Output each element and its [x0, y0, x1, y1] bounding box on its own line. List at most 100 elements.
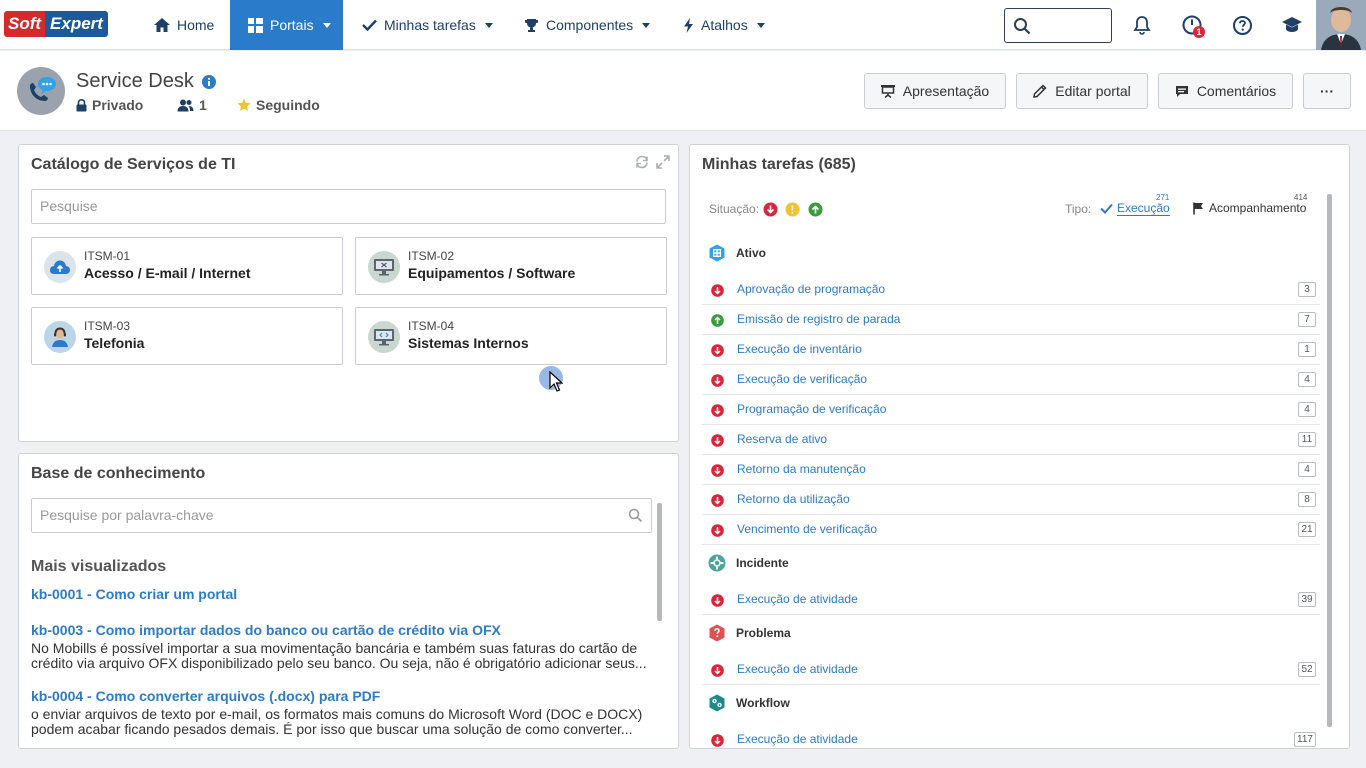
comments-button-label: Comentários — [1196, 83, 1277, 99]
task-group-incidente[interactable]: Incidente — [708, 552, 789, 574]
task-name[interactable]: Reserva de ativo — [737, 432, 827, 446]
task-row[interactable]: Retorno da manutenção 4 — [702, 455, 1320, 485]
kb-article-link[interactable]: kb-0004 - Como converter arquivos (.docx… — [31, 688, 380, 704]
execution-count: 271 — [1156, 193, 1170, 202]
knowledge-search-input[interactable]: Pesquise por palavra-chave — [31, 498, 652, 533]
task-count-badge: 4 — [1298, 372, 1316, 387]
task-row[interactable]: Emissão de registro de parada 7 — [702, 305, 1320, 335]
bolt-icon — [684, 17, 693, 33]
home-icon — [154, 18, 170, 32]
catalog-item-itsm-01[interactable]: ITSM-01 Acesso / E-mail / Internet — [31, 237, 343, 295]
status-late-icon — [711, 664, 724, 677]
star-icon — [237, 98, 251, 111]
status-late-filter-icon[interactable] — [763, 202, 778, 217]
task-name[interactable]: Retorno da manutenção — [737, 462, 866, 476]
following-status[interactable]: Seguindo — [237, 97, 320, 113]
task-name[interactable]: Execução de atividade — [737, 732, 858, 746]
edit-portal-button[interactable]: Editar portal — [1016, 73, 1148, 109]
task-row[interactable]: Execução de atividade 39 — [702, 585, 1320, 615]
check-icon — [362, 19, 377, 31]
task-group-ativo[interactable]: Ativo — [708, 242, 766, 264]
tasks-scrollbar[interactable] — [1327, 194, 1332, 727]
task-row[interactable]: Aprovação de programação 3 — [702, 275, 1320, 305]
task-name[interactable]: Vencimento de verificação — [737, 522, 877, 536]
user-avatar[interactable] — [1316, 0, 1366, 50]
task-row[interactable]: Execução de verificação 4 — [702, 365, 1320, 395]
catalog-item-itsm-02[interactable]: ITSM-02 Equipamentos / Software — [355, 237, 667, 295]
task-name[interactable]: Retorno da utilização — [737, 492, 850, 506]
nav-minhas-tarefas[interactable]: Minhas tarefas — [362, 0, 493, 50]
status-late-icon — [711, 524, 724, 537]
top-navbar: Soft Expert Home Portais Minhas tarefas … — [0, 0, 1366, 50]
incident-icon — [708, 554, 726, 572]
grid-icon — [248, 17, 263, 33]
logo-expert: Expert — [45, 11, 108, 37]
members-count[interactable]: 1 — [177, 97, 207, 113]
task-row[interactable]: Programação de verificação 4 — [702, 395, 1320, 425]
refresh-icon[interactable] — [635, 155, 649, 169]
code-monitor-icon — [368, 321, 400, 353]
task-group-problema[interactable]: Problema — [708, 622, 791, 644]
headset-agent-icon — [44, 321, 76, 353]
chevron-down-icon — [322, 22, 331, 28]
info-icon[interactable] — [201, 74, 216, 89]
graduation-cap-icon[interactable] — [1280, 13, 1304, 37]
nav-componentes[interactable]: Componentes — [524, 0, 651, 50]
global-search-input[interactable] — [1004, 8, 1112, 43]
nav-atalhos[interactable]: Atalhos — [683, 0, 765, 50]
kb-excerpt-line: o enviar arquivos de texto por e-mail, o… — [31, 707, 643, 722]
task-group-workflow[interactable]: Workflow — [708, 692, 790, 714]
monitor-icon — [368, 251, 400, 283]
nav-portais[interactable]: Portais — [230, 0, 343, 50]
status-ok-icon — [711, 314, 724, 327]
search-icon[interactable] — [628, 508, 643, 523]
notifications-bell-icon[interactable] — [1130, 13, 1154, 37]
status-late-icon — [711, 284, 724, 297]
kb-article-link[interactable]: kb-0003 - Como importar dados do banco o… — [31, 622, 501, 638]
problem-icon — [709, 624, 725, 642]
task-count-badge: 3 — [1298, 282, 1316, 297]
task-count-badge: 8 — [1298, 492, 1316, 507]
chevron-down-icon — [642, 22, 651, 28]
nav-home[interactable]: Home — [154, 0, 214, 50]
expand-icon[interactable] — [656, 155, 670, 169]
kb-article-excerpt: No Mobills é possível importar a sua mov… — [31, 641, 651, 671]
filter-execution[interactable]: Execução — [1100, 201, 1170, 216]
task-row[interactable]: Reserva de ativo 11 — [702, 425, 1320, 455]
more-options-button[interactable]: ··· — [1303, 73, 1351, 109]
task-name[interactable]: Emissão de registro de parada — [737, 312, 900, 326]
softexpert-logo[interactable]: Soft Expert — [4, 11, 108, 37]
status-late-icon — [711, 464, 724, 477]
task-row[interactable]: Execução de atividade 52 — [702, 655, 1320, 685]
presentation-button[interactable]: Apresentação — [864, 73, 1006, 109]
task-count-badge: 21 — [1298, 522, 1316, 537]
task-row[interactable]: Execução de inventário 1 — [702, 335, 1320, 365]
status-ok-filter-icon[interactable] — [808, 202, 823, 217]
task-group-label: Ativo — [736, 246, 766, 260]
task-name[interactable]: Programação de verificação — [737, 402, 886, 416]
comments-button[interactable]: Comentários — [1158, 73, 1293, 109]
task-name[interactable]: Execução de verificação — [737, 372, 867, 386]
task-count-badge: 4 — [1298, 402, 1316, 417]
presentation-button-label: Apresentação — [902, 83, 990, 99]
knowledge-scrollbar[interactable] — [657, 503, 662, 621]
filter-follow-up[interactable]: Acompanhamento — [1193, 201, 1306, 215]
status-warning-filter-icon[interactable] — [785, 202, 800, 217]
task-row[interactable]: Vencimento de verificação 21 — [702, 515, 1320, 545]
task-row[interactable]: Retorno da utilização 8 — [702, 485, 1320, 515]
task-name[interactable]: Execução de inventário — [737, 342, 862, 356]
catalog-item-itsm-04[interactable]: ITSM-04 Sistemas Internos — [355, 307, 667, 365]
task-row[interactable]: Execução de atividade 117 — [702, 725, 1320, 748]
catalog-item-itsm-03[interactable]: ITSM-03 Telefonia — [31, 307, 343, 365]
gauge-alert-icon[interactable]: 1 — [1180, 13, 1205, 38]
task-name[interactable]: Aprovação de programação — [737, 282, 885, 296]
catalog-search-input[interactable]: Pesquise — [31, 189, 666, 224]
kb-article-link[interactable]: kb-0001 - Como criar um portal — [31, 586, 237, 602]
knowledge-base-title: Base de conhecimento — [31, 465, 206, 482]
help-icon[interactable] — [1230, 13, 1254, 37]
building-icon — [709, 244, 725, 262]
task-name[interactable]: Execução de atividade — [737, 662, 858, 676]
task-name[interactable]: Execução de atividade — [737, 592, 858, 606]
task-count-badge: 52 — [1298, 662, 1316, 677]
kb-excerpt-line: crédito via arquivo OFX disponibilizado … — [31, 656, 647, 671]
